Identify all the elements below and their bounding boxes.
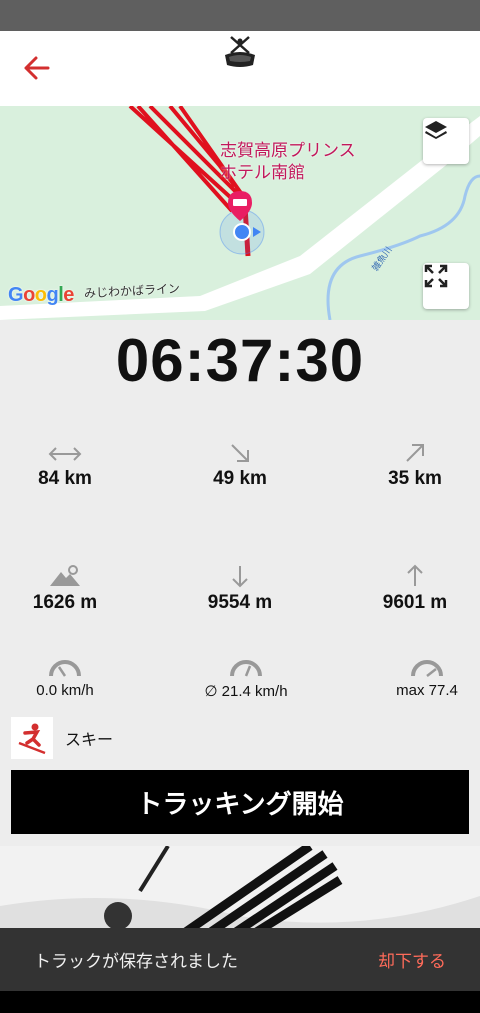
stat-descent: 9554 m — [175, 562, 305, 614]
arrow-up-right-icon — [406, 444, 424, 462]
sport-selector[interactable]: スキー — [11, 717, 113, 759]
stat-altitude-value: 1626 m — [32, 592, 98, 613]
stat-avg-speed-value: ∅ 21.4 km/h — [204, 683, 288, 700]
place-label: 志賀高原プリンスホテル南館 — [220, 141, 356, 183]
speedometer-icon — [411, 660, 443, 677]
start-tracking-button[interactable]: トラッキング開始 — [11, 770, 469, 834]
system-nav-bar — [0, 991, 480, 1013]
stat-current-speed: 0.0 km/h — [0, 652, 130, 699]
stat-altitude: 1626 m — [0, 562, 130, 614]
stat-max-speed-value: max 77.4 — [396, 682, 458, 699]
back-button[interactable] — [20, 53, 54, 83]
stat-ascent: 9601 m — [350, 562, 480, 614]
stat-distance-value: 84 km — [38, 468, 92, 489]
stat-uphill-distance-value: 35 km — [388, 468, 442, 489]
stat-current-speed-value: 0.0 km/h — [36, 682, 94, 699]
app-header — [0, 31, 480, 106]
fullscreen-button[interactable] — [423, 263, 469, 309]
google-attribution: Google — [8, 284, 74, 306]
stat-max-speed: max 77.4 — [362, 652, 480, 699]
stat-ascent-value: 9601 m — [382, 592, 448, 613]
snackbar-message: トラックが保存されました — [34, 952, 238, 972]
stat-downhill-distance-value: 49 km — [213, 468, 267, 489]
arrow-left-icon — [24, 56, 50, 80]
skier-goggles-logo — [225, 36, 255, 67]
layers-button[interactable] — [423, 118, 469, 164]
stat-descent-value: 9554 m — [207, 592, 273, 613]
mountain-pin-icon — [50, 565, 80, 586]
snackbar: トラックが保存されました 却下する — [0, 928, 480, 991]
horizontal-arrows-icon — [48, 447, 82, 461]
layers-icon — [425, 121, 447, 139]
app-logo — [221, 35, 259, 71]
stat-downhill-distance: 49 km — [175, 438, 305, 490]
stat-avg-speed: ∅ 21.4 km/h — [181, 652, 311, 700]
dismiss-button[interactable]: 却下する — [378, 947, 446, 972]
speedometer-icon — [49, 660, 81, 677]
stat-uphill-distance: 35 km — [350, 438, 480, 490]
skier-icon — [11, 717, 53, 759]
arrow-down-right-icon — [231, 444, 249, 462]
arrow-up-icon — [407, 564, 423, 586]
track-map[interactable]: 志賀高原プリンスホテル南館 みじわかばライン 雑魚川 Google — [0, 106, 480, 320]
stat-distance: 84 km — [0, 438, 130, 490]
elapsed-time: 06:37:30 — [115, 327, 365, 394]
speedometer-icon — [230, 660, 262, 677]
status-bar — [0, 0, 480, 31]
promo-banner[interactable] — [0, 846, 480, 936]
fullscreen-icon — [424, 264, 448, 288]
arrow-down-icon — [232, 566, 248, 588]
sport-label: スキー — [65, 730, 114, 749]
